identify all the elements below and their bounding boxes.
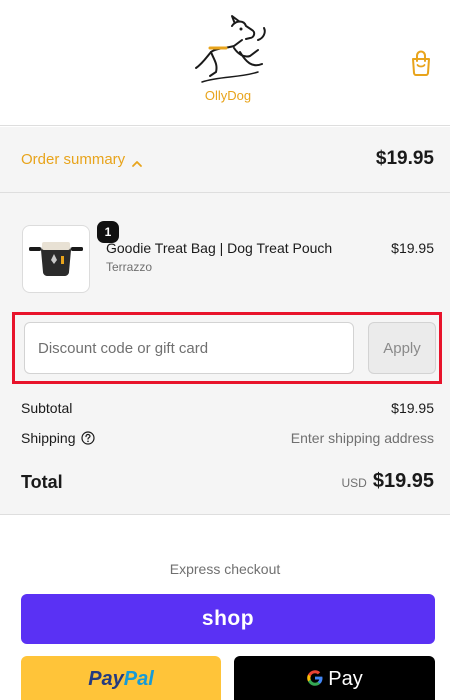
product-thumbnail: 1: [22, 221, 119, 293]
order-summary-total: $19.95: [375, 148, 434, 169]
line-item: 1 Goodie Treat Bag | Dog Treat Pouch Ter…: [0, 221, 450, 295]
total-value: $19.95: [372, 470, 434, 492]
order-summary-section: Order summary $19.95 1 Goodie Treat Bag …: [0, 127, 450, 515]
paypal-logo-pal: Pal: [123, 668, 154, 690]
google-pay-label: Pay: [328, 668, 363, 690]
google-g-icon: [306, 658, 324, 686]
google-pay-button[interactable]: Pay: [234, 656, 435, 700]
shipping-value: Enter shipping address: [290, 430, 434, 446]
shopping-bag-icon[interactable]: [410, 50, 432, 76]
help-icon[interactable]: [80, 431, 95, 445]
shop-pay-button[interactable]: shop: [21, 594, 435, 644]
total-label: Total: [21, 472, 63, 492]
shop-pay-logo: shop: [201, 607, 255, 630]
dog-logo-icon: OllyDog: [195, 15, 266, 103]
svg-text:OllyDog: OllyDog: [205, 88, 251, 103]
product-name: Goodie Treat Bag | Dog Treat Pouch: [106, 240, 333, 256]
shipping-row: Shipping Enter shipping address: [21, 430, 434, 446]
total-value-group: USD $19.95: [341, 470, 434, 493]
header: OllyDog: [0, 0, 450, 126]
discount-code-input[interactable]: [24, 322, 354, 374]
total-row: Total USD $19.95: [21, 470, 434, 493]
treat-pouch-icon: [29, 242, 83, 276]
paypal-button[interactable]: PayPal: [21, 656, 221, 700]
product-variant: Terrazzo: [106, 260, 153, 274]
order-summary-toggle[interactable]: Order summary $19.95: [0, 127, 450, 193]
chevron-up-icon[interactable]: [131, 156, 143, 167]
product-price: $19.95: [391, 240, 434, 256]
subtotal-label: Subtotal: [21, 400, 73, 416]
ollydog-logo[interactable]: OllyDog: [180, 12, 276, 108]
currency-code: USD: [341, 476, 367, 490]
shipping-label: Shipping: [21, 430, 76, 446]
paypal-logo-pay: Pay: [88, 668, 124, 690]
order-summary-label[interactable]: Order summary: [21, 151, 125, 168]
express-checkout-label: Express checkout: [169, 561, 281, 577]
discount-highlight: Apply: [12, 312, 442, 384]
apply-button[interactable]: Apply: [368, 322, 436, 374]
subtotal-value: $19.95: [391, 400, 434, 416]
subtotal-row: Subtotal $19.95: [21, 400, 434, 416]
